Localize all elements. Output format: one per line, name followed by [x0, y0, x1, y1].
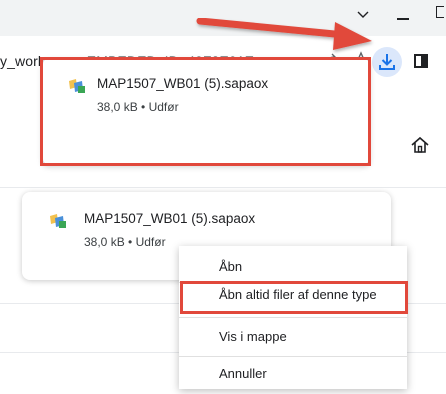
- divider: [0, 187, 446, 188]
- window-titlebar: [0, 0, 446, 36]
- context-menu: Åbn Åbn altid filer af denne type Vis i …: [179, 246, 407, 389]
- download-icon[interactable]: [378, 52, 396, 72]
- menu-item-cancel[interactable]: Annuller: [179, 363, 407, 385]
- menu-separator: [179, 356, 407, 357]
- menu-item-open[interactable]: Åbn: [179, 256, 407, 278]
- minimize-icon[interactable]: [397, 18, 409, 20]
- window-control-icon[interactable]: [436, 6, 444, 18]
- menu-separator: [179, 317, 407, 318]
- chevron-down-icon[interactable]: [356, 8, 370, 22]
- side-panel-icon[interactable]: [414, 54, 428, 68]
- sap-file-icon: [50, 214, 66, 228]
- highlight-box: [180, 281, 408, 314]
- download-item-file-name[interactable]: MAP1507_WB01 (5).sapaox: [84, 211, 255, 226]
- home-icon[interactable]: [410, 135, 430, 155]
- highlight-box: [40, 57, 371, 166]
- download-item-file-meta: 38,0 kB • Udfør: [84, 235, 166, 249]
- menu-item-show-in-folder[interactable]: Vis i mappe: [179, 326, 407, 348]
